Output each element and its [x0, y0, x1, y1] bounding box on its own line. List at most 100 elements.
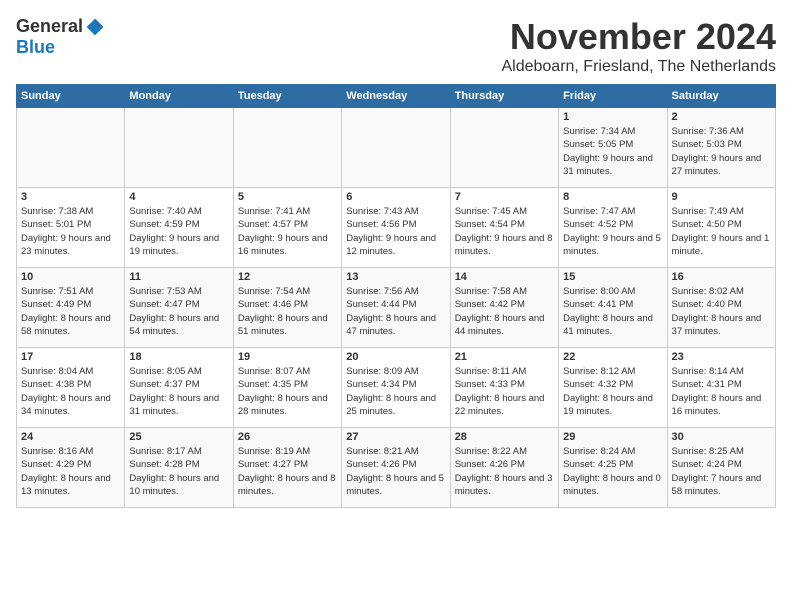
day-info: Sunset: 4:44 PM: [346, 298, 445, 311]
day-info: Sunrise: 8:12 AM: [563, 365, 662, 378]
day-info: Sunset: 4:47 PM: [129, 298, 228, 311]
day-info: Daylight: 9 hours and 16 minutes.: [238, 232, 337, 259]
day-number: 23: [672, 351, 771, 363]
calendar-week-2: 3Sunrise: 7:38 AMSunset: 5:01 PMDaylight…: [17, 188, 776, 268]
day-info: Sunrise: 7:41 AM: [238, 205, 337, 218]
day-info: Daylight: 8 hours and 5 minutes.: [346, 472, 445, 499]
day-info: Sunrise: 7:38 AM: [21, 205, 120, 218]
day-info: Daylight: 8 hours and 10 minutes.: [129, 472, 228, 499]
day-info: Sunset: 5:05 PM: [563, 138, 662, 151]
calendar-cell: 19Sunrise: 8:07 AMSunset: 4:35 PMDayligh…: [233, 348, 341, 428]
calendar-cell: 26Sunrise: 8:19 AMSunset: 4:27 PMDayligh…: [233, 428, 341, 508]
day-info: Sunrise: 7:45 AM: [455, 205, 554, 218]
day-info: Daylight: 8 hours and 58 minutes.: [21, 312, 120, 339]
calendar-cell: 18Sunrise: 8:05 AMSunset: 4:37 PMDayligh…: [125, 348, 233, 428]
calendar-cell: 29Sunrise: 8:24 AMSunset: 4:25 PMDayligh…: [559, 428, 667, 508]
day-info: Sunset: 4:57 PM: [238, 218, 337, 231]
header-sunday: Sunday: [17, 85, 125, 108]
day-info: Sunset: 4:56 PM: [346, 218, 445, 231]
day-number: 30: [672, 431, 771, 443]
day-info: Sunrise: 7:47 AM: [563, 205, 662, 218]
day-info: Sunset: 4:35 PM: [238, 378, 337, 391]
day-info: Sunrise: 7:34 AM: [563, 125, 662, 138]
day-info: Daylight: 9 hours and 8 minutes.: [455, 232, 554, 259]
calendar-cell: [450, 108, 558, 188]
day-number: 8: [563, 191, 662, 203]
day-info: Sunset: 4:29 PM: [21, 458, 120, 471]
day-number: 14: [455, 271, 554, 283]
header-monday: Monday: [125, 85, 233, 108]
calendar-cell: [233, 108, 341, 188]
day-number: 19: [238, 351, 337, 363]
day-info: Sunrise: 7:40 AM: [129, 205, 228, 218]
calendar-cell: 17Sunrise: 8:04 AMSunset: 4:38 PMDayligh…: [17, 348, 125, 428]
header-friday: Friday: [559, 85, 667, 108]
day-number: 18: [129, 351, 228, 363]
calendar-cell: 4Sunrise: 7:40 AMSunset: 4:59 PMDaylight…: [125, 188, 233, 268]
day-info: Sunrise: 8:25 AM: [672, 445, 771, 458]
day-info: Daylight: 9 hours and 27 minutes.: [672, 152, 771, 179]
day-info: Sunset: 5:01 PM: [21, 218, 120, 231]
day-number: 12: [238, 271, 337, 283]
day-number: 15: [563, 271, 662, 283]
calendar-cell: 28Sunrise: 8:22 AMSunset: 4:26 PMDayligh…: [450, 428, 558, 508]
logo: General Blue: [16, 16, 107, 58]
calendar-cell: 20Sunrise: 8:09 AMSunset: 4:34 PMDayligh…: [342, 348, 450, 428]
calendar-cell: 1Sunrise: 7:34 AMSunset: 5:05 PMDaylight…: [559, 108, 667, 188]
day-info: Daylight: 9 hours and 19 minutes.: [129, 232, 228, 259]
month-title: November 2024: [501, 16, 776, 58]
day-info: Sunrise: 8:16 AM: [21, 445, 120, 458]
day-number: 29: [563, 431, 662, 443]
day-info: Daylight: 8 hours and 3 minutes.: [455, 472, 554, 499]
calendar-cell: [17, 108, 125, 188]
day-info: Sunset: 4:38 PM: [21, 378, 120, 391]
day-info: Sunset: 4:34 PM: [346, 378, 445, 391]
day-info: Sunrise: 8:14 AM: [672, 365, 771, 378]
calendar-cell: 30Sunrise: 8:25 AMSunset: 4:24 PMDayligh…: [667, 428, 775, 508]
calendar-cell: 23Sunrise: 8:14 AMSunset: 4:31 PMDayligh…: [667, 348, 775, 428]
day-info: Sunrise: 8:00 AM: [563, 285, 662, 298]
day-info: Daylight: 9 hours and 1 minute.: [672, 232, 771, 259]
day-number: 26: [238, 431, 337, 443]
day-info: Sunset: 4:49 PM: [21, 298, 120, 311]
calendar-cell: 6Sunrise: 7:43 AMSunset: 4:56 PMDaylight…: [342, 188, 450, 268]
day-info: Sunset: 5:03 PM: [672, 138, 771, 151]
day-info: Daylight: 8 hours and 22 minutes.: [455, 392, 554, 419]
calendar-week-5: 24Sunrise: 8:16 AMSunset: 4:29 PMDayligh…: [17, 428, 776, 508]
calendar-week-1: 1Sunrise: 7:34 AMSunset: 5:05 PMDaylight…: [17, 108, 776, 188]
day-info: Sunset: 4:25 PM: [563, 458, 662, 471]
day-info: Sunset: 4:40 PM: [672, 298, 771, 311]
day-info: Sunrise: 7:58 AM: [455, 285, 554, 298]
logo-icon: [85, 17, 105, 37]
calendar-cell: 7Sunrise: 7:45 AMSunset: 4:54 PMDaylight…: [450, 188, 558, 268]
calendar-cell: 10Sunrise: 7:51 AMSunset: 4:49 PMDayligh…: [17, 268, 125, 348]
day-info: Sunrise: 8:07 AM: [238, 365, 337, 378]
header-wednesday: Wednesday: [342, 85, 450, 108]
calendar-cell: 22Sunrise: 8:12 AMSunset: 4:32 PMDayligh…: [559, 348, 667, 428]
header-saturday: Saturday: [667, 85, 775, 108]
calendar-cell: 13Sunrise: 7:56 AMSunset: 4:44 PMDayligh…: [342, 268, 450, 348]
day-number: 16: [672, 271, 771, 283]
day-info: Daylight: 7 hours and 58 minutes.: [672, 472, 771, 499]
day-info: Daylight: 8 hours and 19 minutes.: [563, 392, 662, 419]
day-info: Daylight: 8 hours and 44 minutes.: [455, 312, 554, 339]
day-info: Daylight: 8 hours and 34 minutes.: [21, 392, 120, 419]
calendar-cell: 27Sunrise: 8:21 AMSunset: 4:26 PMDayligh…: [342, 428, 450, 508]
calendar-header-row: SundayMondayTuesdayWednesdayThursdayFrid…: [17, 85, 776, 108]
day-info: Sunset: 4:52 PM: [563, 218, 662, 231]
calendar-cell: 8Sunrise: 7:47 AMSunset: 4:52 PMDaylight…: [559, 188, 667, 268]
day-info: Sunrise: 7:54 AM: [238, 285, 337, 298]
day-info: Sunrise: 8:19 AM: [238, 445, 337, 458]
day-number: 11: [129, 271, 228, 283]
day-info: Sunset: 4:26 PM: [455, 458, 554, 471]
day-info: Sunset: 4:31 PM: [672, 378, 771, 391]
day-number: 5: [238, 191, 337, 203]
day-number: 9: [672, 191, 771, 203]
day-info: Daylight: 8 hours and 25 minutes.: [346, 392, 445, 419]
day-info: Sunset: 4:33 PM: [455, 378, 554, 391]
day-info: Daylight: 8 hours and 37 minutes.: [672, 312, 771, 339]
day-number: 6: [346, 191, 445, 203]
calendar-cell: 16Sunrise: 8:02 AMSunset: 4:40 PMDayligh…: [667, 268, 775, 348]
day-number: 4: [129, 191, 228, 203]
logo-blue-text: Blue: [16, 37, 55, 58]
